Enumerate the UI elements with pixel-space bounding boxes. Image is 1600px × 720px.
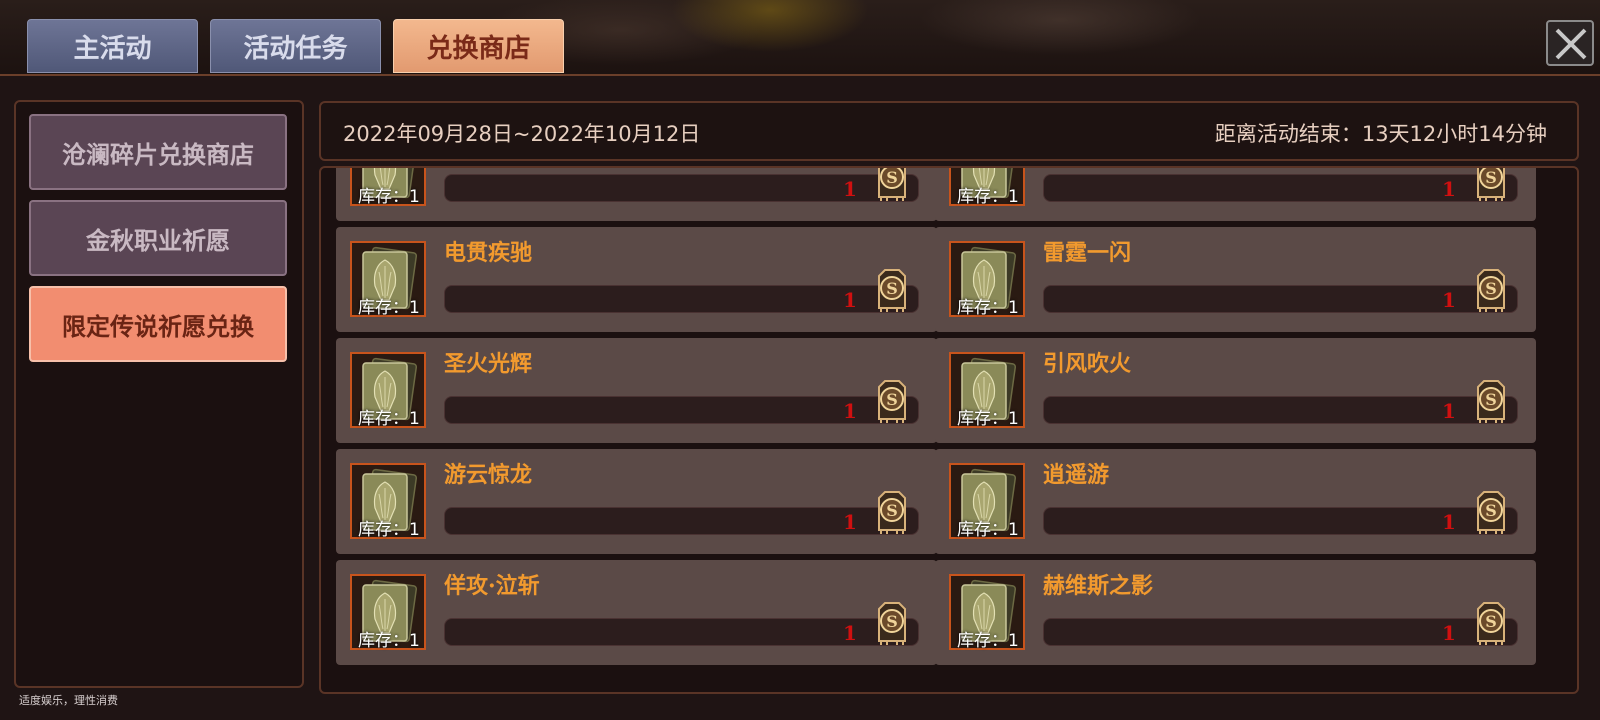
exchange-bar: 1 S [444,602,919,646]
top-divider [0,74,1600,76]
coin-icon: S [878,491,906,534]
stock-label: 库存：1 [358,187,420,207]
close-button[interactable] [1546,20,1594,66]
coin-icon: S [878,269,906,312]
stock-label: 库存：1 [957,631,1019,651]
coin-icon: S [878,380,906,423]
sidebar-item-autumn-wish[interactable]: 金秋职业祈愿 [29,200,287,276]
item-card[interactable]: 库存：1 1 S [935,168,1536,221]
item-card[interactable]: 库存：1 1 S [336,168,937,221]
stock-label: 库存：1 [358,520,420,540]
exchange-bar: 1 S [444,380,919,424]
close-icon [1555,28,1587,60]
price-value: 1 [1442,177,1456,201]
tab-exchange-shop[interactable]: 兑换商店 [393,19,564,73]
stock-label: 库存：1 [957,409,1019,429]
svg-text:S: S [1485,390,1497,409]
item-icon-frame: 库存：1 [350,241,426,318]
item-name: 电贯疾驰 [444,240,533,266]
item-icon-frame: 库存：1 [350,574,426,651]
stock-label: 库存：1 [358,409,420,429]
price-value: 1 [843,510,857,534]
price-value: 1 [1442,288,1456,312]
exchange-bar: 1 S [1043,491,1518,535]
item-card[interactable]: 库存：1 圣火光辉 1 S [336,338,937,443]
price-value: 1 [1442,399,1456,423]
exchange-bar: 1 S [444,269,919,313]
exchange-bar: 1 S [1043,380,1518,424]
sidebar-item-canglan-shop[interactable]: 沧澜碎片兑换商店 [29,114,287,190]
item-name: 引风吹火 [1043,351,1132,377]
item-icon-frame: 库存：1 [949,352,1025,429]
coin-icon: S [1477,380,1505,423]
stock-label: 库存：1 [957,520,1019,540]
footer-note: 适度娱乐，理性消费 [19,694,118,707]
svg-text:S: S [1485,501,1497,520]
svg-text:S: S [1485,168,1497,187]
item-card[interactable]: 库存：1 引风吹火 1 S [935,338,1536,443]
svg-text:S: S [886,279,898,298]
sidebar-item-legend-exchange[interactable]: 限定传说祈愿兑换 [29,286,287,362]
exchange-bar: 1 S [1043,269,1518,313]
item-icon-frame: 库存：1 [949,574,1025,651]
item-icon-frame: 库存：1 [949,168,1025,207]
price-value: 1 [843,288,857,312]
item-icon-frame: 库存：1 [350,168,426,207]
exchange-bar: 1 S [444,168,919,202]
item-name: 佯攻·泣斩 [444,573,540,599]
item-name: 游云惊龙 [444,462,533,488]
coin-icon: S [1477,269,1505,312]
item-name: 赫维斯之影 [1043,573,1154,599]
item-name: 逍遥游 [1043,462,1110,488]
item-icon-frame: 库存：1 [949,241,1025,318]
svg-text:S: S [886,501,898,520]
price-value: 1 [1442,621,1456,645]
svg-text:S: S [886,390,898,409]
date-range: 2022年09月28日~2022年10月12日 [343,122,701,146]
coin-icon: S [878,602,906,645]
price-value: 1 [1442,510,1456,534]
item-card[interactable]: 库存：1 雷霆一闪 1 S [935,227,1536,332]
coin-icon: S [1477,602,1505,645]
stock-label: 库存：1 [358,631,420,651]
price-value: 1 [843,177,857,201]
item-name: 雷霆一闪 [1043,240,1132,266]
exchange-bar: 1 S [1043,168,1518,202]
tab-activity-tasks[interactable]: 活动任务 [210,19,381,73]
stock-label: 库存：1 [957,187,1019,207]
svg-text:S: S [886,168,898,187]
coin-icon: S [878,168,906,201]
item-icon-frame: 库存：1 [949,463,1025,540]
item-card[interactable]: 库存：1 游云惊龙 1 S [336,449,937,554]
svg-text:S: S [1485,612,1497,631]
item-card[interactable]: 库存：1 佯攻·泣斩 1 S [336,560,937,665]
item-name: 圣火光辉 [444,351,533,377]
tab-main-activity[interactable]: 主活动 [27,19,198,73]
stock-label: 库存：1 [358,298,420,318]
date-bar: 2022年09月28日~2022年10月12日 距离活动结束：13天12小时14… [319,101,1579,161]
item-icon-frame: 库存：1 [350,352,426,429]
item-card[interactable]: 库存：1 电贯疾驰 1 S [336,227,937,332]
countdown: 距离活动结束：13天12小时14分钟 [1214,122,1547,146]
exchange-bar: 1 S [1043,602,1518,646]
coin-icon: S [1477,168,1505,201]
svg-text:S: S [1485,279,1497,298]
item-card[interactable]: 库存：1 赫维斯之影 1 S [935,560,1536,665]
stock-label: 库存：1 [957,298,1019,318]
svg-text:S: S [886,612,898,631]
item-card[interactable]: 库存：1 逍遥游 1 S [935,449,1536,554]
coin-icon: S [1477,491,1505,534]
price-value: 1 [843,399,857,423]
item-list[interactable]: 库存：1 1 S 库存：1 1 S 库存：1 电贯疾驰 1 S 库存：1 雷霆一… [319,166,1579,694]
exchange-bar: 1 S [444,491,919,535]
item-icon-frame: 库存：1 [350,463,426,540]
price-value: 1 [843,621,857,645]
sidebar: 沧澜碎片兑换商店 金秋职业祈愿 限定传说祈愿兑换 [14,100,304,688]
